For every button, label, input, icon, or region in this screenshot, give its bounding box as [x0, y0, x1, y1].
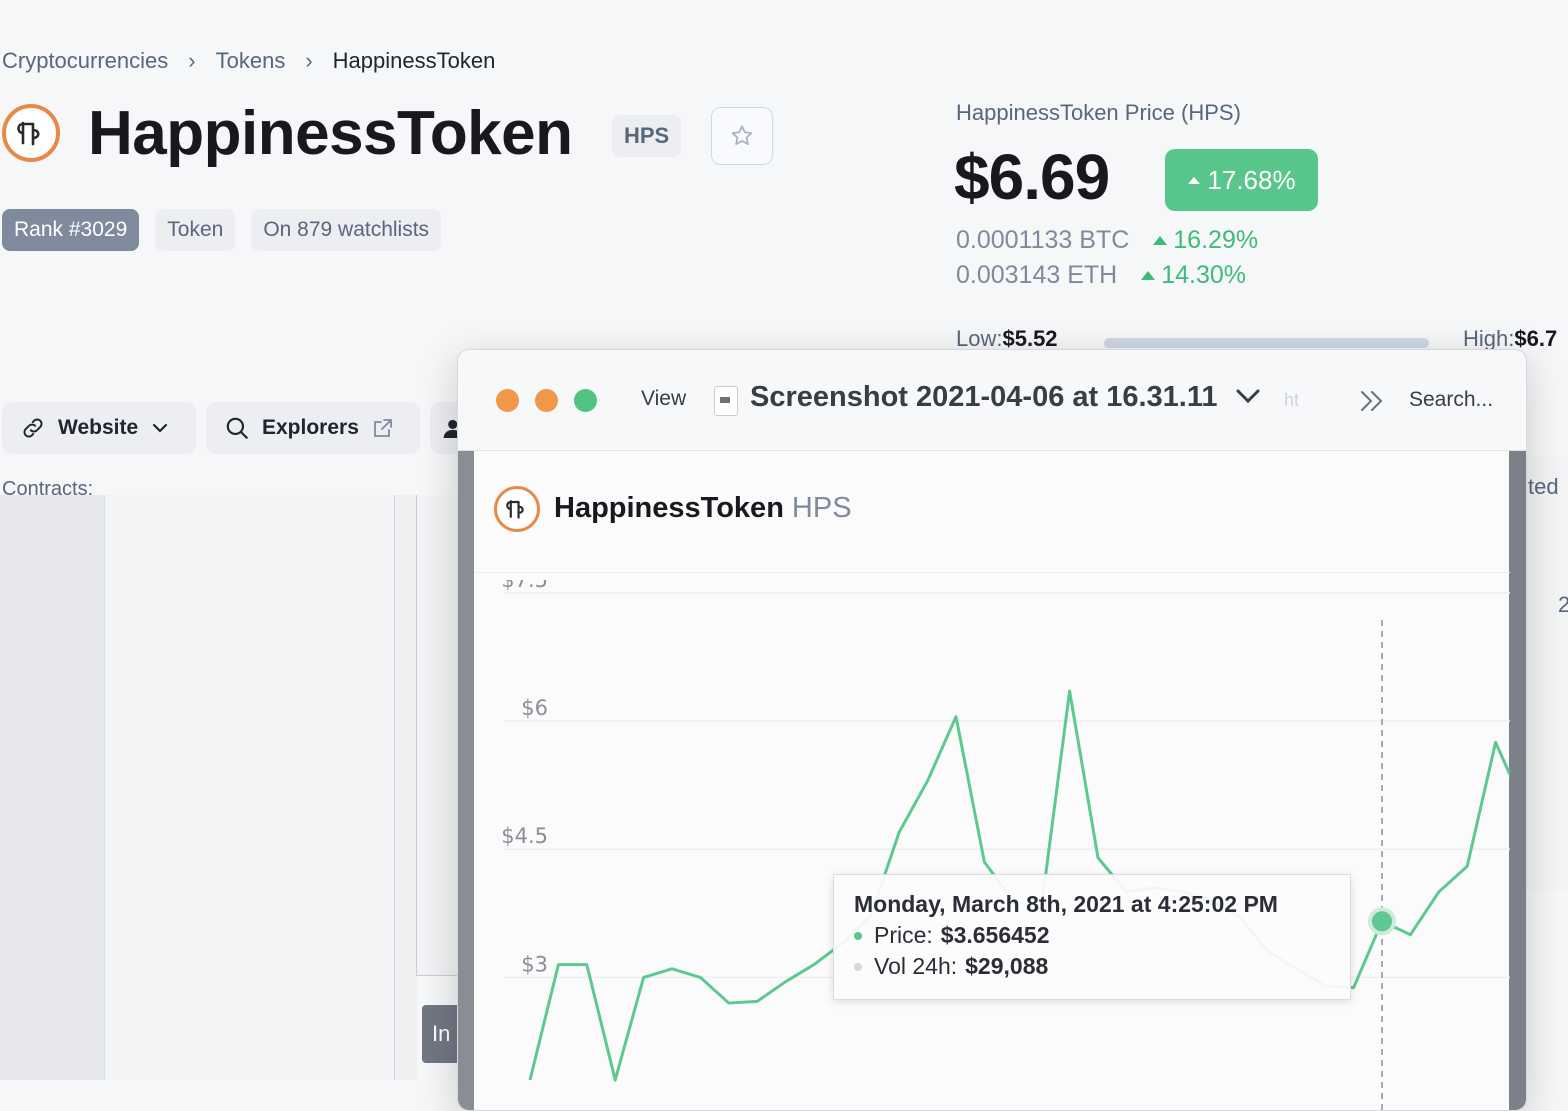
- y-tick-label: $6: [521, 696, 548, 720]
- left-scrollbar: [458, 451, 474, 1110]
- background-divider-pane: [394, 495, 417, 1080]
- view-menu[interactable]: View: [641, 387, 686, 411]
- highlight-point[interactable]: [1368, 907, 1396, 936]
- window-title[interactable]: Screenshot 2021-04-06 at 16.31.11: [750, 381, 1262, 414]
- right-scrollbar[interactable]: [1509, 451, 1526, 1110]
- search-icon: [226, 417, 248, 439]
- price-label: HappinessToken Price (HPS): [956, 100, 1241, 125]
- coin-name: HappinessToken: [88, 99, 573, 168]
- tooltip-volume-label: Vol 24h:: [874, 953, 958, 979]
- double-chevron-right-icon: [1361, 391, 1383, 411]
- price-chart: $7.5 $6 $4.5 $3: [501, 580, 1510, 1110]
- price-value: $6.69: [954, 141, 1110, 213]
- background-edge-text: ted: [1528, 474, 1559, 499]
- close-window-button[interactable]: [496, 389, 519, 412]
- chevron-right-icon: ›: [188, 48, 196, 73]
- low-value: $5.52: [1002, 326, 1058, 351]
- link-icon: [23, 418, 43, 438]
- price-change-badge: 17.68%: [1165, 149, 1318, 211]
- explorers-label: Explorers: [262, 416, 359, 439]
- eth-conversion: 0.003143 ETH 14.30%: [956, 261, 1246, 290]
- toolbar-overflow-button[interactable]: [1358, 388, 1386, 419]
- coin-tags: Rank #3029 Token On 879 watchlists: [2, 209, 442, 251]
- coin-logo: [2, 104, 60, 162]
- image-file-icon: [720, 397, 730, 403]
- type-badge: Token: [155, 209, 236, 251]
- breadcrumb-tokens[interactable]: Tokens: [216, 48, 286, 74]
- chevron-down-icon: [153, 423, 168, 433]
- minimize-window-button[interactable]: [535, 389, 558, 412]
- chevron-down-icon: [1236, 389, 1260, 404]
- chart-coin-title: HappinessToken HPS: [554, 492, 852, 525]
- btc-change: 16.29%: [1153, 226, 1258, 255]
- price-range-bar: [1104, 338, 1429, 348]
- coin-symbol-badge: HPS: [612, 115, 682, 157]
- background-edge-number: 2: [1558, 592, 1568, 617]
- rank-badge: Rank #3029: [2, 209, 140, 251]
- chart-header-divider: [474, 572, 1510, 573]
- breadcrumb-cryptocurrencies[interactable]: Cryptocurrencies: [2, 48, 168, 74]
- btc-conversion: 0.0001133 BTC 16.29%: [956, 226, 1258, 255]
- eth-value: 0.003143 ETH: [956, 261, 1118, 289]
- window-title-text: Screenshot 2021-04-06 at 16.31.11: [750, 381, 1218, 413]
- eth-change: 14.30%: [1141, 261, 1246, 290]
- tooltip-price-row: Price: $3.656452: [854, 922, 1330, 949]
- background-inbox-button: In: [422, 1005, 458, 1063]
- caret-up-icon: [1188, 177, 1201, 184]
- zoom-window-button[interactable]: [574, 389, 597, 412]
- external-link-icon: [373, 419, 392, 437]
- breadcrumb-current: HappinessToken: [332, 48, 496, 73]
- happiness-token-logo-icon: [17, 121, 40, 146]
- eth-change-value: 14.30%: [1161, 261, 1247, 289]
- tooltip-price-value: $3.656452: [940, 922, 1050, 948]
- background-detail-pane: [416, 495, 462, 976]
- chevron-right-icon: ›: [305, 48, 313, 73]
- watchlists-badge: On 879 watchlists: [251, 209, 442, 251]
- high-value: $6.7: [1514, 326, 1558, 351]
- btc-value: 0.0001133 BTC: [956, 226, 1130, 254]
- tooltip-volume-row: Vol 24h: $29,088: [854, 953, 1330, 980]
- price-change-value: 17.68%: [1207, 164, 1296, 195]
- search-input[interactable]: Search...: [1409, 388, 1493, 412]
- btc-change-value: 16.29%: [1173, 226, 1259, 254]
- happiness-token-logo-icon: [506, 500, 524, 519]
- toolbar-faded-text: ht: [1284, 390, 1300, 410]
- background-sidebar: [0, 495, 106, 1080]
- website-label: Website: [58, 416, 139, 439]
- tooltip-volume-value: $29,088: [965, 953, 1049, 979]
- tooltip-date: Monday, March 8th, 2021 at 4:25:02 PM: [854, 891, 1278, 917]
- star-icon: [731, 125, 753, 145]
- chart-coin-symbol: HPS: [791, 492, 852, 524]
- background-edge-panel: [1526, 455, 1568, 890]
- tooltip-price-label: Price:: [874, 922, 933, 948]
- contracts-label: Contracts:: [2, 478, 94, 495]
- breadcrumb: Cryptocurrencies › Tokens › HappinessTok…: [2, 48, 495, 74]
- chart-coin-logo: [494, 486, 540, 532]
- low-label: Low:: [956, 326, 1003, 351]
- watchlist-star-button[interactable]: [711, 107, 773, 165]
- y-tick-label: $4.5: [501, 824, 548, 848]
- website-button[interactable]: Website: [2, 402, 196, 454]
- high-label: High:: [1463, 326, 1515, 351]
- screenshot-viewer-window: View Screenshot 2021-04-06 at 16.31.11 h…: [457, 349, 1527, 1111]
- background-list-pane: [104, 495, 395, 1080]
- caret-up-icon: [1153, 236, 1168, 245]
- caret-up-icon: [1141, 271, 1156, 280]
- y-tick-label: $7.5: [501, 580, 548, 592]
- volume-legend-dot: [854, 962, 862, 971]
- chart-tooltip: Monday, March 8th, 2021 at 4:25:02 PM Pr…: [833, 874, 1351, 1000]
- chart-coin-name: HappinessToken: [554, 492, 784, 524]
- price-legend-dot: [854, 931, 862, 940]
- explorers-button[interactable]: Explorers: [206, 402, 420, 454]
- y-tick-label: $3: [521, 952, 548, 976]
- document-icon: [714, 386, 738, 416]
